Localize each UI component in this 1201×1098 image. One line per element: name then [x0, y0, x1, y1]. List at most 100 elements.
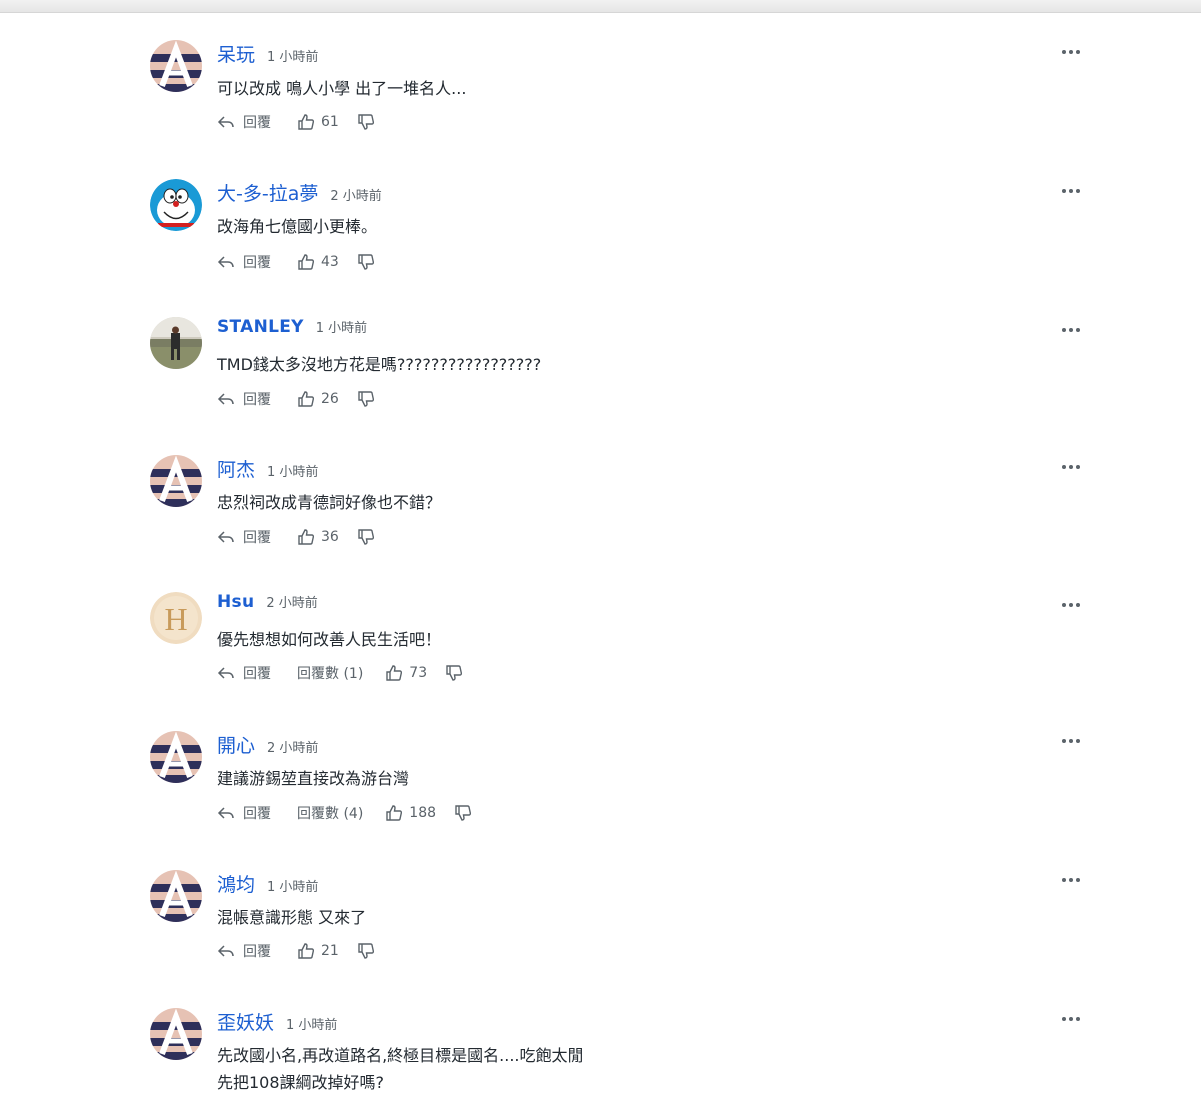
comment-actions: 回覆 21 [217, 939, 375, 963]
timestamp: 2 小時前 [266, 596, 318, 611]
like-count: 188 [409, 805, 437, 821]
username[interactable]: 大-多-拉a夢 [217, 179, 318, 206]
comment-text: 先改國小名,再改道路名,終極目標是國名....吃飽太閒 先把108課綱改掉好嗎? [217, 1042, 584, 1096]
like-count: 43 [321, 254, 339, 270]
comment-actions: 回覆 26 [217, 387, 375, 411]
avatar[interactable]: H [150, 592, 202, 644]
username[interactable]: Hsu [217, 592, 254, 612]
timestamp: 2 小時前 [330, 189, 382, 204]
like-button[interactable]: 21 [297, 942, 339, 960]
comment-text: 改海角七億國小更棒。 [217, 217, 378, 236]
reply-label: 回覆 [243, 255, 271, 271]
thumbs-down-icon [358, 254, 374, 270]
comment-line: 先改國小名,再改道路名,終極目標是國名....吃飽太閒 [217, 1046, 584, 1065]
thumbs-down-icon [358, 391, 374, 407]
reply-icon [217, 945, 234, 957]
dislike-button[interactable] [357, 528, 375, 546]
avatar[interactable] [150, 179, 202, 231]
reply-button[interactable]: 回覆 [217, 389, 271, 409]
dislike-button[interactable] [357, 113, 375, 131]
avatar[interactable] [150, 455, 202, 507]
avatar[interactable] [150, 1008, 202, 1060]
comment-actions: 回覆 61 [217, 110, 375, 134]
more-options-button[interactable] [1060, 734, 1082, 748]
thumbs-down-icon [455, 805, 472, 821]
reply-button[interactable]: 回覆 [217, 252, 271, 272]
thumbs-down-icon [446, 665, 463, 681]
reply-icon [217, 256, 234, 268]
reply-button[interactable]: 回覆 [217, 803, 271, 823]
like-button[interactable]: 73 [385, 664, 427, 682]
like-count: 61 [321, 114, 339, 130]
avatar[interactable] [150, 731, 202, 783]
thumbs-up-icon [298, 391, 315, 407]
like-count: 26 [321, 391, 339, 407]
reply-icon [217, 393, 234, 405]
svg-text:H: H [164, 601, 187, 637]
comment-actions: 回覆 43 [217, 250, 375, 274]
view-replies-button[interactable]: 回覆數 (4) [297, 803, 363, 823]
comment-line: 先把108課綱改掉好嗎? [217, 1073, 385, 1092]
thumbs-up-icon [298, 254, 315, 270]
more-options-icon [1062, 1017, 1080, 1021]
username[interactable]: STANLEY [217, 317, 304, 337]
timestamp: 1 小時前 [315, 321, 368, 336]
comment-text: 混帳意識形態 又來了 [217, 908, 367, 927]
more-options-icon [1062, 328, 1080, 332]
timestamp: 1 小時前 [267, 50, 319, 65]
avatar[interactable] [150, 317, 202, 369]
reply-icon [217, 116, 234, 128]
like-count: 73 [409, 665, 428, 681]
reply-button[interactable]: 回覆 [217, 941, 271, 961]
username[interactable]: 開心 [217, 731, 255, 758]
comment-text: 優先想想如何改善人民生活吧！ [217, 630, 442, 649]
more-options-icon [1062, 603, 1080, 607]
like-button[interactable]: 36 [297, 528, 339, 546]
dislike-button[interactable] [357, 390, 375, 408]
dislike-button[interactable] [357, 253, 375, 271]
comment-actions: 回覆 36 [217, 525, 375, 549]
more-options-button[interactable] [1060, 1012, 1082, 1026]
username[interactable]: 鴻均 [217, 870, 255, 897]
comment-text: 忠烈祠改成青德詞好像也不錯？ [217, 493, 442, 512]
more-options-icon [1062, 739, 1080, 743]
comment-text: TMD錢太多沒地方花是嗎????????????????? [217, 355, 542, 374]
like-button[interactable]: 188 [385, 804, 436, 822]
comment-actions: 回覆 回覆數 (4) 188 [217, 801, 472, 825]
more-options-button[interactable] [1060, 323, 1082, 337]
like-button[interactable]: 61 [297, 113, 339, 131]
reply-label: 回覆 [243, 530, 271, 546]
thumbs-up-icon [298, 114, 315, 130]
username[interactable]: 歪妖妖 [217, 1008, 274, 1035]
reply-label: 回覆 [243, 392, 271, 408]
view-replies-button[interactable]: 回覆數 (1) [297, 663, 363, 683]
timestamp: 2 小時前 [267, 741, 319, 756]
comment-actions: 回覆 回覆數 (1) 73 [217, 661, 463, 685]
reply-count: 回覆數 (4) [297, 806, 364, 822]
like-button[interactable]: 43 [297, 253, 339, 271]
dislike-button[interactable] [454, 804, 472, 822]
avatar[interactable] [150, 40, 202, 92]
thumbs-up-icon [298, 943, 315, 959]
thumbs-up-icon [386, 665, 403, 681]
reply-count: 回覆數 (1) [297, 666, 364, 682]
like-button[interactable]: 26 [297, 390, 339, 408]
reply-icon [217, 667, 234, 679]
reply-button[interactable]: 回覆 [217, 527, 271, 547]
username[interactable]: 阿杰 [217, 455, 255, 482]
more-options-button[interactable] [1060, 598, 1082, 612]
like-count: 36 [321, 529, 339, 545]
more-options-button[interactable] [1060, 45, 1082, 59]
reply-button[interactable]: 回覆 [217, 112, 271, 132]
timestamp: 1 小時前 [267, 880, 319, 895]
avatar[interactable] [150, 870, 202, 922]
username[interactable]: 呆玩 [217, 40, 255, 67]
timestamp: 1 小時前 [286, 1018, 338, 1033]
reply-button[interactable]: 回覆 [217, 663, 271, 683]
more-options-button[interactable] [1060, 184, 1082, 198]
dislike-button[interactable] [357, 942, 375, 960]
dislike-button[interactable] [445, 664, 463, 682]
more-options-button[interactable] [1060, 873, 1082, 887]
reply-icon [217, 807, 234, 819]
more-options-button[interactable] [1060, 460, 1082, 474]
